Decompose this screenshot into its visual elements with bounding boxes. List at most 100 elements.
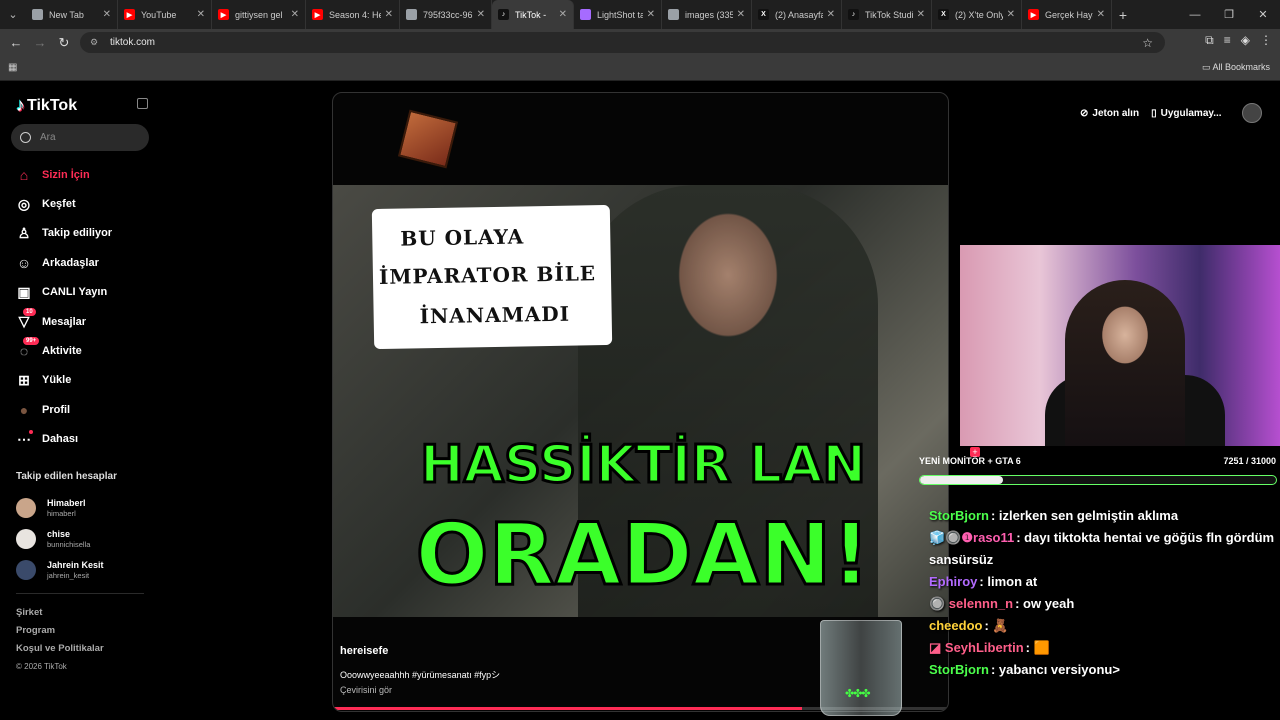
reload-icon[interactable]: ↻ (52, 35, 76, 51)
tab-close-icon[interactable]: ✕ (1007, 9, 1015, 20)
tab-11[interactable]: ▶ Gerçek Haya ✕ (1022, 0, 1112, 29)
minimize-icon[interactable]: — (1178, 0, 1212, 29)
following-item[interactable]: Himaberl himaberl (16, 492, 146, 523)
tab-4[interactable]: 795f33cc-96 ✕ (400, 0, 492, 29)
all-bookmarks-button[interactable]: ▭ All Bookmarks (1202, 62, 1270, 73)
tab-1[interactable]: ▶ YouTube ✕ (118, 0, 212, 29)
url-bar[interactable]: ⚙ tiktok.com ☆ (80, 32, 1165, 53)
tab-10[interactable]: X (2) X'te Only ✕ (932, 0, 1022, 29)
media-icon[interactable]: ≡ (1224, 33, 1231, 48)
tab-0[interactable]: New Tab ✕ (26, 0, 118, 29)
sidebar-item-7[interactable]: ⊞ Yükle (15, 366, 145, 395)
user-avatar[interactable] (1241, 103, 1262, 123)
sidebar-item-8[interactable]: ● Profil (15, 395, 145, 424)
extensions-icon[interactable]: ⧉ (1205, 33, 1214, 48)
following-item[interactable]: chise bunnichisella (16, 523, 146, 554)
chat-username: StorBjorn (929, 508, 989, 523)
caption-line-1: BU OLAYA (400, 224, 525, 251)
tab-7[interactable]: images (335 ✕ (662, 0, 752, 29)
tab-6[interactable]: LightShot ta ✕ (574, 0, 662, 29)
site-info-icon[interactable]: ⚙ (90, 37, 102, 49)
tab-close-icon[interactable]: ✕ (103, 9, 111, 20)
sidebar-item-label: CANLI Yayın (42, 286, 108, 299)
tab-close-icon[interactable]: ✕ (737, 9, 745, 20)
close-window-icon[interactable]: ✕ (1246, 0, 1280, 29)
tab-title: Season 4: He (329, 9, 381, 20)
tab-5[interactable]: ♪ TikTok - ✕ (492, 0, 574, 29)
coins-label: Jeton alın (1092, 107, 1140, 119)
new-tab-button[interactable]: + (1112, 7, 1134, 23)
footer-link-company[interactable]: Şirket (16, 604, 104, 622)
caption-line-3: İNANAMADI (419, 301, 571, 329)
tab-close-icon[interactable]: ✕ (559, 9, 567, 20)
youtube-icon: ▶ (124, 9, 135, 20)
goal-label: YENİ MONİTÖR + GTA 6 (919, 456, 1021, 466)
tiktok-icon: ♪ (848, 9, 859, 20)
footer-link-terms[interactable]: Koşul ve Politikalar (16, 640, 104, 658)
following-item[interactable]: Jahrein Kesit jahrein_kesit (16, 554, 146, 585)
chat-message: ◪ SeyhLibertin: 🟧 (925, 637, 1280, 659)
sidebar-item-label: Takip ediliyor (42, 227, 113, 240)
tab-title: TikTok - (515, 9, 547, 20)
caption-line-2: İMPARATOR BİLE (378, 261, 597, 289)
url-text: tiktok.com (110, 37, 156, 48)
video-progress-fill (333, 707, 802, 710)
tab-search-icon[interactable]: ⌄ (0, 0, 26, 29)
phone-icon: ▯ (1151, 107, 1157, 119)
search-icon (20, 132, 31, 143)
tab-close-icon[interactable]: ✕ (291, 9, 299, 20)
restore-icon[interactable]: ❐ (1212, 0, 1246, 29)
all-bookmarks-label: All Bookmarks (1212, 62, 1270, 72)
goal-count: 7251 / 31000 (1223, 456, 1276, 466)
sidebar-item-2[interactable]: ♙ Takip ediliyor (15, 219, 145, 248)
big-text-2: ORADAN! (414, 504, 872, 607)
following-handle: bunnichisella (47, 539, 91, 549)
tab-3[interactable]: ▶ Season 4: He ✕ (306, 0, 400, 29)
coins-button[interactable]: ⊘ Jeton alın (1074, 101, 1145, 125)
youtube-icon: ▶ (1028, 9, 1039, 20)
tab-close-icon[interactable]: ✕ (1097, 9, 1105, 20)
tab-title: Gerçek Haya (1045, 9, 1093, 20)
app-button[interactable]: ▯ Uygulamay... (1145, 101, 1227, 125)
glass-image: ✤✤✤ (820, 620, 902, 716)
bookmark-star-icon[interactable]: ☆ (1142, 36, 1153, 50)
chat-text: : yabancı versiyonu> (990, 662, 1120, 677)
video-author[interactable]: hereisefe (340, 645, 388, 657)
chat-username: 🧊🔘❶raso11 (929, 530, 1015, 545)
apps-grid-icon[interactable]: ▦ (8, 62, 17, 73)
tab-title: YouTube (141, 9, 177, 20)
tab-close-icon[interactable]: ✕ (917, 9, 925, 20)
tab-8[interactable]: X (2) Anasayfa ✕ (752, 0, 842, 29)
menu-kebab-icon[interactable]: ⋮ (1260, 33, 1272, 48)
forward-icon[interactable]: → (28, 35, 52, 50)
tab-close-icon[interactable]: ✕ (385, 9, 393, 20)
extension-icon[interactable]: ◈ (1241, 33, 1250, 48)
following-name: Himaberl (47, 497, 86, 508)
bookmarks-bar: ▦ ▭ All Bookmarks (0, 56, 1280, 81)
tab-title: (2) X'te Only (955, 9, 1003, 20)
sidebar-item-4[interactable]: ▣ CANLI Yayın (15, 278, 145, 307)
sidebar-item-1[interactable]: ◎ Keşfet (15, 189, 145, 218)
translate-link[interactable]: Çevirisini gör (340, 685, 392, 695)
tab-9[interactable]: ♪ TikTok Studi ✕ (842, 0, 932, 29)
tiktok-logo[interactable]: ♪ TikTok (16, 95, 77, 116)
x-icon: X (938, 9, 949, 20)
footer-link-program[interactable]: Program (16, 622, 104, 640)
collapse-sidebar-icon[interactable] (137, 98, 148, 109)
sidebar-item-0[interactable]: ⌂ Sizin İçin (15, 160, 145, 189)
sidebar-item-6[interactable]: ◌ 99+ Aktivite (15, 336, 145, 365)
back-icon[interactable]: ← (4, 35, 28, 50)
new-dot (29, 429, 33, 434)
video-player[interactable]: BU OLAYA İMPARATOR BİLE İNANAMADI HASSİK… (332, 92, 949, 712)
tab-close-icon[interactable]: ✕ (647, 9, 655, 20)
sidebar-item-5[interactable]: ▽ 10 Mesajlar (15, 307, 145, 336)
sidebar-item-3[interactable]: ☺ Arkadaşlar (15, 248, 145, 277)
tab-close-icon[interactable]: ✕ (477, 9, 485, 20)
search-input[interactable]: Ara (11, 124, 149, 151)
tab-close-icon[interactable]: ✕ (827, 9, 835, 20)
tab-close-icon[interactable]: ✕ (197, 9, 205, 20)
tab-2[interactable]: ▶ gittiysen gel ✕ (212, 0, 306, 29)
copyright: © 2026 TikTok (16, 662, 67, 671)
sidebar-item-9[interactable]: ⋯ Dahası (15, 425, 145, 454)
chat-username: 🔘 selennn_n (929, 596, 1014, 611)
